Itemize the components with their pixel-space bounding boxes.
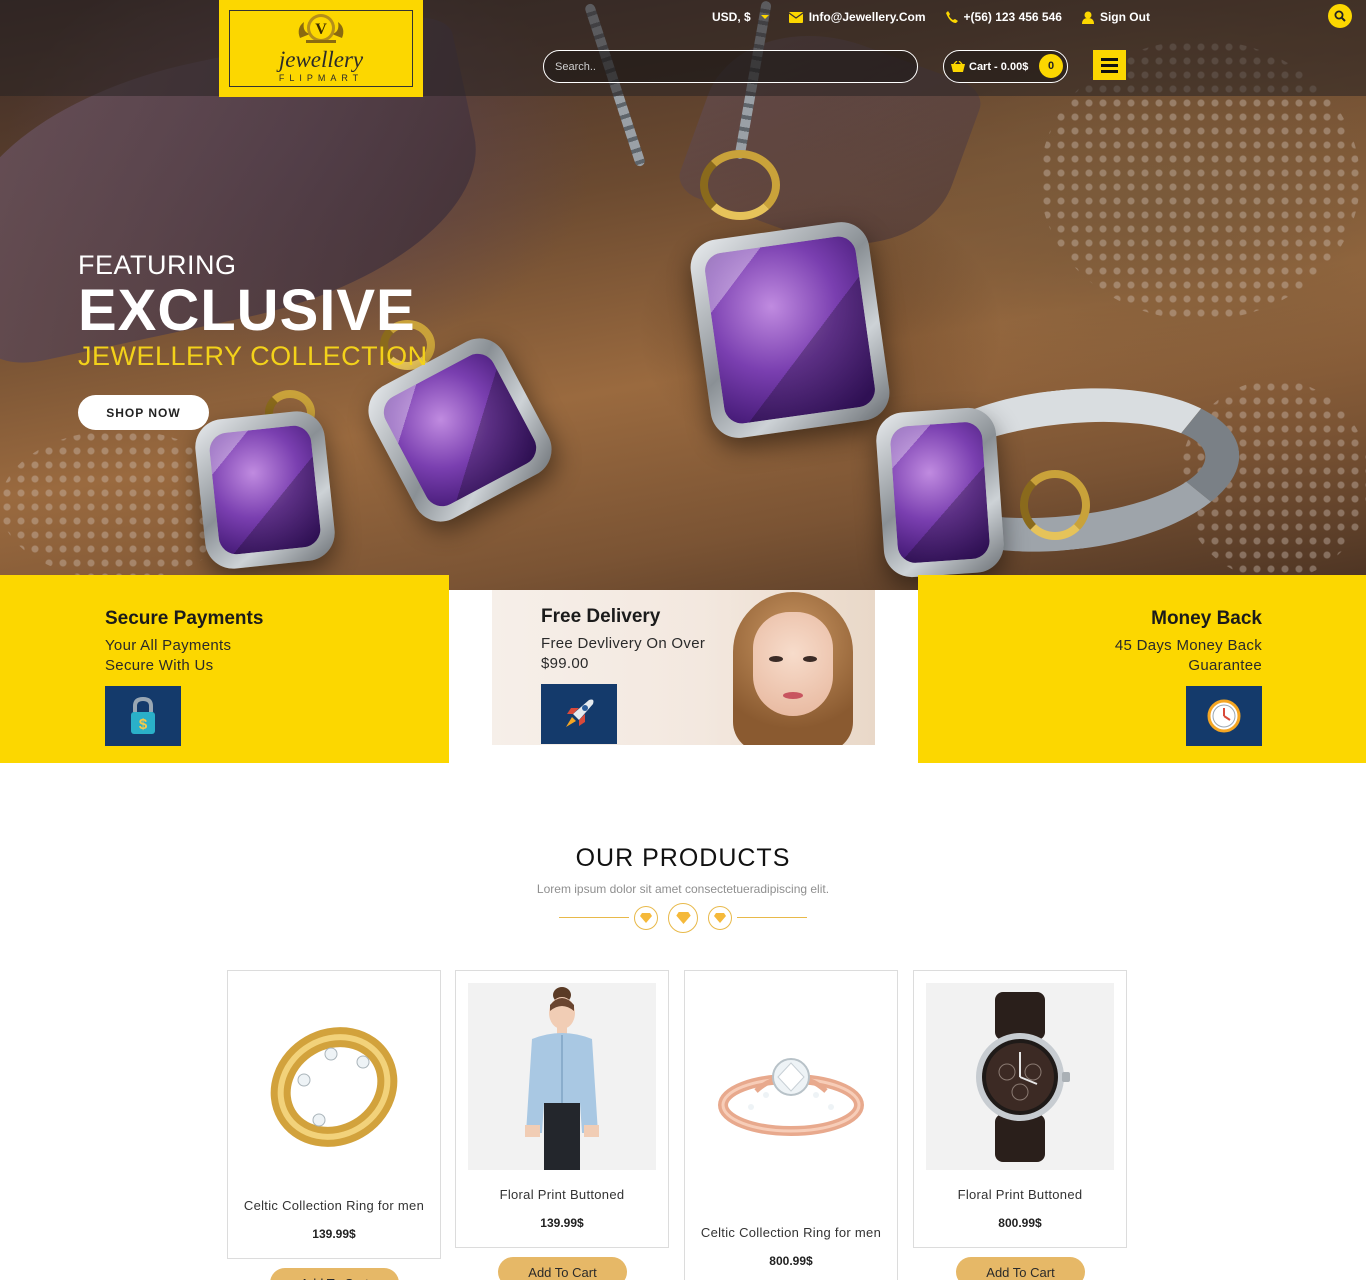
product-card[interactable]: Celtic Collection Ring for men 139.99$ xyxy=(227,970,441,1259)
section-divider xyxy=(559,903,807,933)
hamburger-menu-button[interactable] xyxy=(1093,50,1126,80)
site-logo[interactable]: V jewellery FLIPMART xyxy=(219,0,423,97)
model-lips xyxy=(783,692,803,699)
feature-desc-line: Guarantee xyxy=(1188,657,1262,674)
product-image[interactable] xyxy=(926,983,1114,1170)
lock-dollar-icon: $ xyxy=(131,696,155,734)
cart-count-badge: 0 xyxy=(1039,54,1063,78)
feature-desc: Free Devlivery On Over $99.00 xyxy=(541,634,705,674)
logo-frame: V jewellery FLIPMART xyxy=(229,10,413,87)
model-eye xyxy=(769,656,783,662)
feature-desc-line: 45 Days Money Back xyxy=(1114,637,1262,654)
model-portrait xyxy=(715,590,875,745)
user-icon xyxy=(1081,11,1094,24)
envelope-icon xyxy=(788,11,803,23)
basket-icon xyxy=(951,60,965,72)
product-image[interactable] xyxy=(697,983,885,1213)
rose-gold-ring-image xyxy=(718,1058,864,1136)
model-eye xyxy=(803,656,817,662)
cart-button[interactable]: Cart - 0.00$ 0 xyxy=(943,50,1068,83)
top-links: USD, $ Info@Jewellery.Com +(56) 123 456 … xyxy=(712,10,1170,24)
product-card[interactable]: Celtic Collection Ring for men 800.99$ xyxy=(684,970,898,1280)
product-card[interactable]: Floral Print Buttoned 139.99$ xyxy=(455,970,669,1248)
feature-desc-line: Secure With Us xyxy=(105,657,214,674)
svg-text:$: $ xyxy=(139,716,148,733)
product-price: 800.99$ xyxy=(998,1216,1042,1230)
search-toggle-button[interactable] xyxy=(1328,4,1352,28)
rocket-icon xyxy=(566,699,594,727)
currency-label: USD, $ xyxy=(712,10,751,24)
feature-icon-tile xyxy=(1186,686,1262,746)
search-icon xyxy=(1334,10,1346,22)
product-image[interactable] xyxy=(468,983,656,1170)
hamburger-icon xyxy=(1101,57,1118,61)
signout-link[interactable]: Sign Out xyxy=(1081,10,1150,24)
add-to-cart-button[interactable]: Add To Cart xyxy=(270,1268,399,1280)
product-name[interactable]: Celtic Collection Ring for men xyxy=(685,1225,897,1240)
logo-monogram: V xyxy=(315,21,327,38)
feature-secure-payments: Secure Payments Your All Payments Secure… xyxy=(0,575,449,763)
model-face xyxy=(753,612,833,716)
feature-title: Free Delivery xyxy=(541,606,661,627)
signout-text: Sign Out xyxy=(1099,10,1150,24)
product-name[interactable]: Floral Print Buttoned xyxy=(914,1187,1126,1202)
feature-title: Money Back xyxy=(1151,608,1262,629)
currency-selector[interactable]: USD, $ xyxy=(712,10,769,24)
email-text: Info@Jewellery.Com xyxy=(808,10,926,24)
add-to-cart-button[interactable]: Add To Cart xyxy=(956,1257,1085,1280)
phone-link[interactable]: +(56) 123 456 546 xyxy=(945,10,1062,24)
feature-desc-line: Your All Payments xyxy=(105,637,232,654)
chronograph-watch-image xyxy=(976,991,1070,1162)
feature-money-back: Money Back 45 Days Money Back Guarantee xyxy=(918,575,1366,763)
diamond-icon xyxy=(668,903,698,933)
feature-title: Secure Payments xyxy=(105,608,264,629)
gold-ring-image xyxy=(270,1026,398,1147)
products-section-title: OUR PRODUCTS xyxy=(575,844,791,872)
divider-line xyxy=(559,917,629,918)
hero-collection: JEWELLERY COLLECTION xyxy=(78,341,428,371)
product-price: 139.99$ xyxy=(540,1216,584,1230)
product-card[interactable]: Floral Print Buttoned 800.99$ xyxy=(913,970,1127,1248)
divider-line xyxy=(737,917,807,918)
logo-tagline: FLIPMART xyxy=(278,73,364,83)
chevron-down-icon xyxy=(760,15,769,19)
feature-icon-tile: $ xyxy=(105,686,181,746)
product-name[interactable]: Celtic Collection Ring for men xyxy=(228,1198,440,1213)
feature-free-delivery: Free Delivery Free Devlivery On Over $99… xyxy=(492,590,875,745)
feature-desc: 45 Days Money Back Guarantee xyxy=(1115,636,1262,676)
phone-text: +(56) 123 456 546 xyxy=(963,10,1062,24)
hero-headline: EXCLUSIVE xyxy=(78,278,416,343)
denim-shirt-model-image xyxy=(525,987,599,1170)
earring-gem-left xyxy=(192,408,338,572)
email-link[interactable]: Info@Jewellery.Com xyxy=(788,10,926,24)
feature-desc: Your All Payments Secure With Us xyxy=(105,636,263,676)
feature-desc-line: Free Devlivery On Over xyxy=(541,635,706,652)
add-to-cart-button[interactable]: Add To Cart xyxy=(498,1257,627,1280)
search-input[interactable] xyxy=(543,50,918,83)
hamburger-icon-bar xyxy=(1101,63,1118,67)
hero-featuring: FEATURING xyxy=(78,250,237,280)
product-name[interactable]: Floral Print Buttoned xyxy=(456,1187,668,1202)
diamond-icon xyxy=(634,906,658,930)
feature-icon-tile xyxy=(541,684,617,744)
hamburger-icon-bar xyxy=(1101,69,1118,73)
diamond-icon xyxy=(708,906,732,930)
pendant-gem xyxy=(686,218,894,442)
shop-now-button[interactable]: SHOP NOW xyxy=(78,395,209,430)
feature-desc-line: $99.00 xyxy=(541,655,589,672)
products-section-subtitle: Lorem ipsum dolor sit amet consectetuera… xyxy=(536,882,830,896)
crown-crest-icon: V xyxy=(298,14,344,43)
clock-refund-icon xyxy=(1207,699,1241,733)
ring-gem xyxy=(874,406,1006,579)
cart-label: Cart - 0.00$ xyxy=(969,60,1029,73)
product-image[interactable] xyxy=(240,983,428,1170)
pendant-gold-knot xyxy=(700,150,780,220)
product-price: 139.99$ xyxy=(312,1227,356,1241)
ring-gold-knot xyxy=(1020,470,1090,540)
product-price: 800.99$ xyxy=(769,1254,813,1268)
logo-wordmark: jewellery xyxy=(278,47,364,72)
phone-icon xyxy=(945,11,958,23)
hero-text-block: FEATURING EXCLUSIVE JEWELLERY COLLECTION xyxy=(78,250,428,372)
